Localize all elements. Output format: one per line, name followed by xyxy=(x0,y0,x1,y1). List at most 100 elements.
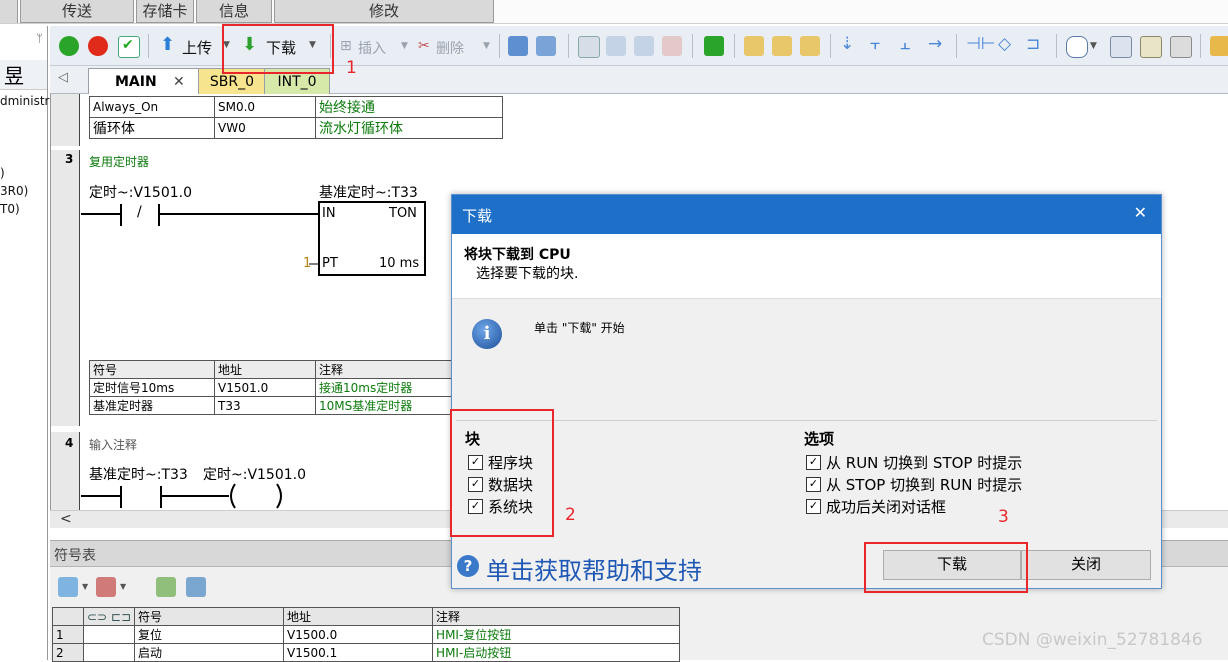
chevron-down-icon[interactable]: ▼ xyxy=(82,582,88,591)
line-down-icon[interactable]: ⇣ xyxy=(840,34,854,54)
network-view-icon[interactable] xyxy=(536,36,556,56)
bookmark-delete-icon[interactable] xyxy=(662,36,682,56)
close-button[interactable]: 关闭 xyxy=(1021,550,1151,580)
top-tab-memory-card[interactable]: 存储卡 xyxy=(136,0,194,23)
network-comment[interactable]: 输入注释 xyxy=(89,436,137,453)
bookmark-icon[interactable] xyxy=(606,36,626,56)
address-cell[interactable]: V1500.0 xyxy=(283,625,434,644)
upload-label: 上传 xyxy=(182,39,213,57)
tree-item-text[interactable]: ) xyxy=(0,166,5,180)
checkbox-label: 成功后关闭对话框 xyxy=(826,498,947,516)
pin-icon[interactable]: ᛘ xyxy=(36,32,43,45)
network-view-icon[interactable] xyxy=(508,36,528,56)
delete-label: 删除 xyxy=(436,41,464,57)
checkbox-run-to-stop[interactable]: ✓ xyxy=(806,455,821,470)
top-tab-modify[interactable]: 修改 xyxy=(274,0,494,23)
lock-add-icon[interactable] xyxy=(800,36,820,56)
dialog-heading: 将块下载到 CPU xyxy=(464,247,571,263)
scroll-left-arrow[interactable]: < xyxy=(60,511,72,527)
timer-in-pin: IN xyxy=(322,206,336,221)
help-icon[interactable]: ? xyxy=(457,555,479,577)
scroll-tabs-left-icon[interactable]: ◁ xyxy=(58,70,68,85)
delete-icon: ✂ xyxy=(418,38,430,54)
dialog-title-bar: 下载 ✕ xyxy=(452,195,1161,234)
box-icon[interactable]: ⊐ xyxy=(1026,34,1040,54)
comment-cell[interactable]: HMI-复位按钮 xyxy=(432,625,681,644)
symbol-cell[interactable]: 复位 xyxy=(134,625,285,644)
unlock-icon[interactable] xyxy=(772,36,792,56)
symbol-cell: 定时信号10ms xyxy=(89,378,215,397)
chevron-down-icon: ▼ xyxy=(401,41,408,51)
top-tab-info[interactable]: 信息 xyxy=(196,0,272,23)
download-dialog: 下载 ✕ 将块下载到 CPU 选择要下载的块. i 单击 "下载" 开始 块 ✓… xyxy=(451,194,1162,589)
column-header: 符号 xyxy=(134,607,285,626)
stop-icon[interactable] xyxy=(88,36,108,56)
comment-cell[interactable]: HMI-启动按钮 xyxy=(432,643,681,662)
key-icon[interactable] xyxy=(1210,36,1228,56)
edit-note-icon[interactable] xyxy=(1140,36,1162,58)
column-header: 地址 xyxy=(283,607,434,626)
upload-button[interactable]: ⬆ 上传 xyxy=(158,34,220,58)
checkbox-stop-to-run[interactable]: ✓ xyxy=(806,477,821,492)
dialog-title: 下载 xyxy=(462,207,493,225)
symbol-view-icon[interactable] xyxy=(156,577,176,597)
toolbar-separator xyxy=(830,34,831,58)
symbol-cell[interactable]: 启动 xyxy=(134,643,285,662)
network-gutter: 3 xyxy=(51,150,80,426)
timer-base: 10 ms xyxy=(379,256,420,271)
insert-label: 插入 xyxy=(358,41,386,57)
close-icon[interactable]: ✕ xyxy=(173,69,185,95)
toolbar-separator xyxy=(568,34,569,58)
chevron-down-icon[interactable]: ▼ xyxy=(120,582,126,591)
address-cell: VW0 xyxy=(214,117,316,139)
panel-title: 符号表 xyxy=(54,548,96,564)
line-right-icon[interactable]: → xyxy=(928,34,942,54)
info-text: 单击 "下载" 开始 xyxy=(534,321,625,335)
delete-row-icon[interactable] xyxy=(96,577,116,597)
checkbox-close-after-success[interactable]: ✓ xyxy=(806,499,821,514)
address-cell[interactable]: V1500.1 xyxy=(283,643,434,662)
annotation-box-2 xyxy=(450,409,554,537)
bookmark-icon[interactable] xyxy=(634,36,654,56)
bookmark-icon[interactable] xyxy=(578,36,600,58)
network-comment[interactable]: 复用定时器 xyxy=(89,153,149,170)
tree-item-text[interactable]: T0) xyxy=(0,202,20,216)
timer-label: 基准定时~:T33 xyxy=(319,185,418,201)
tab-main[interactable]: MAIN ✕ xyxy=(88,68,200,95)
coil-icon[interactable]: ◇ xyxy=(998,34,1011,54)
network-gutter xyxy=(51,94,80,146)
chevron-down-icon[interactable]: ▼ xyxy=(1090,41,1097,51)
apply-icon[interactable] xyxy=(186,577,206,597)
run-icon[interactable] xyxy=(59,36,79,56)
checkbox-label: 从 STOP 切换到 RUN 时提示 xyxy=(826,476,1023,494)
address-cell: T33 xyxy=(214,396,316,415)
divider xyxy=(456,420,1157,421)
table-row[interactable]: 1 复位 V1500.0 HMI-复位按钮 xyxy=(52,625,681,644)
line-branch-icon[interactable]: ⫟ xyxy=(870,34,880,54)
watermark: CSDN @weixin_52781846 xyxy=(982,630,1203,650)
arrow-up-icon: ⬆ xyxy=(160,34,176,55)
top-tab-transfer[interactable]: 传送 xyxy=(20,0,134,23)
lock-icon[interactable] xyxy=(744,36,764,56)
close-icon[interactable]: ✕ xyxy=(1134,203,1147,222)
network-gutter: 4 xyxy=(51,432,80,510)
compile-icon[interactable]: ✔ xyxy=(118,36,140,58)
tag-icon[interactable] xyxy=(1066,36,1088,58)
toolbar-separator xyxy=(1200,34,1201,58)
table-row[interactable]: 2 启动 V1500.1 HMI-启动按钮 xyxy=(52,643,681,662)
tree-item-text[interactable]: dministr xyxy=(0,94,49,108)
tools-icon[interactable] xyxy=(1170,36,1192,58)
table-icon[interactable] xyxy=(1110,36,1132,58)
network-number: 4 xyxy=(65,436,74,450)
timer-pt-pin: PT xyxy=(322,256,338,271)
help-link[interactable]: 单击获取帮助和支持 xyxy=(486,551,702,586)
timer-type: TON xyxy=(389,206,417,221)
contact-icon[interactable]: ⊣⊢ xyxy=(966,34,996,54)
line-up-icon[interactable]: ⫠ xyxy=(900,34,910,54)
tree-item-text[interactable]: 3R0) xyxy=(0,184,28,198)
table-row: 循环体 VW0 流水灯循环体 xyxy=(89,117,503,139)
add-row-icon[interactable] xyxy=(58,577,78,597)
goto-icon[interactable] xyxy=(704,36,724,56)
row-number: 2 xyxy=(52,643,84,662)
symbol-cell: Always_On xyxy=(89,96,215,118)
